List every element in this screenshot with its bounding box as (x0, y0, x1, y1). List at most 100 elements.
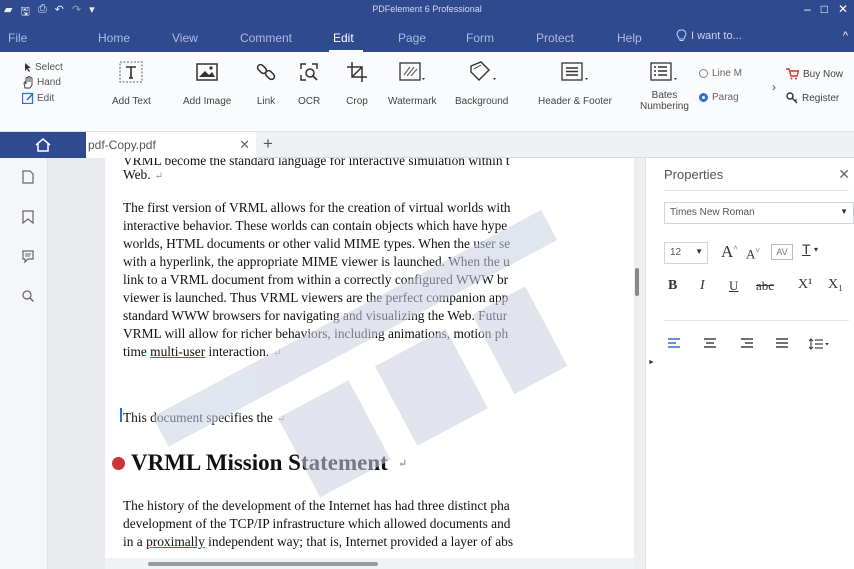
vertical-scrollbar-thumb[interactable] (635, 268, 639, 296)
align-center-icon[interactable] (704, 338, 716, 348)
buy-now-button[interactable]: Buy Now (786, 68, 843, 80)
close-tab-icon[interactable]: ✕ (239, 137, 250, 153)
document-tab[interactable]: pdf-Copy.pdf ✕ (86, 132, 256, 158)
watermark-button[interactable]: Watermark (388, 60, 437, 107)
paragraph-mode-label: Parag (712, 92, 739, 103)
edit-tool[interactable]: Edit (22, 92, 63, 104)
menu-page[interactable]: Page (398, 31, 426, 45)
add-text-label: Add Text (112, 96, 151, 107)
justify-icon[interactable] (776, 338, 788, 348)
buy-now-label: Buy Now (803, 68, 844, 80)
line-spacing-icon[interactable] (809, 338, 829, 350)
tell-me-box[interactable]: I want to... (676, 29, 742, 42)
add-text-icon (119, 61, 143, 83)
edit-mode-radio-group: Line M Parag (699, 68, 742, 103)
divider (664, 320, 849, 321)
dropdown-arrow-icon: ▼ (840, 207, 848, 216)
lightbulb-icon (676, 29, 687, 41)
menu-home[interactable]: Home (98, 31, 130, 45)
superscript-button[interactable]: X¹ (798, 277, 812, 293)
header-footer-button[interactable]: Header & Footer (538, 60, 612, 107)
character-spacing-button[interactable]: AV (771, 244, 793, 260)
close-icon[interactable]: ✕ (838, 2, 848, 16)
text-color-button[interactable]: T (802, 241, 811, 257)
paragraph-1-line-2: interactive behavior. These worlds can c… (123, 218, 508, 233)
select-label: Select (35, 62, 63, 73)
register-button[interactable]: Register (786, 92, 843, 104)
minimize-icon[interactable]: – (804, 2, 811, 16)
hand-icon (23, 76, 33, 89)
radio-dot-icon (699, 69, 708, 78)
pdf-page[interactable]: VRML become the standard language for in… (105, 158, 634, 569)
bookmark-icon[interactable] (22, 210, 34, 224)
underline-button[interactable]: U (729, 278, 738, 294)
collapse-panel-arrow-icon[interactable]: ► (648, 359, 655, 366)
subscript-button[interactable]: X₁ (828, 277, 843, 293)
close-panel-icon[interactable]: ✕ (838, 166, 850, 183)
crop-icon (347, 62, 367, 82)
dropdown-arrow-icon: ▼ (695, 247, 703, 256)
home-tab[interactable] (0, 132, 86, 158)
menu-file[interactable]: File (8, 31, 27, 45)
cart-icon (786, 68, 799, 80)
ocr-button[interactable]: OCR (298, 60, 320, 107)
new-tab-plus-icon[interactable]: + (263, 134, 273, 154)
add-image-icon (196, 63, 218, 81)
link-icon (256, 63, 276, 81)
strikethrough-button[interactable]: abc (756, 278, 774, 294)
horizontal-scrollbar-thumb[interactable] (148, 562, 378, 566)
restore-icon[interactable]: □ (821, 2, 828, 16)
menu-help[interactable]: Help (617, 31, 642, 45)
select-tool[interactable]: Select (22, 62, 63, 73)
search-icon[interactable] (22, 290, 34, 304)
increase-font-size-button[interactable]: A˄ (721, 242, 738, 262)
font-size-select[interactable]: 12 ▼ (664, 242, 708, 264)
line-mode-radio[interactable]: Line M (699, 68, 742, 79)
text-color-dropdown-icon[interactable]: ▾ (814, 245, 818, 254)
properties-title: Properties (664, 167, 724, 182)
paragraph-1-line-7: standard WWW browsers for navigating and… (123, 308, 508, 323)
paragraph-1-line-6: viewer is launched. Thus VRML viewers ar… (123, 290, 509, 305)
hand-tool[interactable]: Hand (22, 76, 63, 89)
key-icon (786, 92, 798, 104)
divider (664, 190, 849, 191)
bates-numbering-button[interactable]: Bates Numbering (640, 60, 689, 112)
link-label: Link (256, 96, 276, 107)
add-image-button[interactable]: Add Image (183, 60, 231, 107)
menu-protect[interactable]: Protect (536, 31, 574, 45)
add-image-label: Add Image (183, 96, 232, 107)
paragraph-1-line-9: time multi-user interaction. ↵ (123, 344, 282, 359)
crop-button[interactable]: Crop (346, 60, 368, 107)
collapse-ribbon-icon[interactable]: ^ (843, 30, 848, 42)
font-family-select[interactable]: Times New Roman ▼ (664, 202, 854, 224)
paragraph-2-line-3: in a proximally independent way; that is… (123, 534, 514, 549)
align-right-icon[interactable] (741, 338, 753, 348)
background-label: Background (455, 96, 509, 107)
menu-edit[interactable]: Edit (333, 31, 354, 45)
bates-numbering-label: Bates Numbering (640, 90, 689, 112)
thumbnails-icon[interactable] (22, 170, 34, 184)
select-tools-group: Select Hand Edit (22, 62, 63, 104)
decrease-font-size-button[interactable]: A˅ (746, 246, 760, 262)
account-actions: Buy Now Register (786, 68, 843, 104)
expand-options-chevron-icon[interactable]: › (772, 80, 776, 94)
paragraph-mode-radio[interactable]: Parag (699, 92, 742, 103)
menu-comment[interactable]: Comment (240, 31, 292, 45)
paragraph-1-line-3: worlds, HTML documents or other valid MI… (123, 236, 511, 251)
paragraph-1-line-1: The first version of VRML allows for the… (123, 200, 511, 215)
line-web: Web. ↵ (123, 167, 163, 182)
document-tab-label: pdf-Copy.pdf (88, 138, 156, 152)
menu-view[interactable]: View (172, 31, 198, 45)
menu-form[interactable]: Form (466, 31, 494, 45)
background-button[interactable]: Background (455, 60, 508, 107)
italic-button[interactable]: I (700, 278, 705, 294)
align-left-icon[interactable] (668, 338, 680, 348)
add-text-button[interactable]: Add Text (112, 60, 151, 107)
bold-button[interactable]: B (668, 278, 677, 294)
comment-icon[interactable] (22, 250, 34, 264)
home-icon (35, 138, 51, 152)
line-mode-label: Line M (712, 68, 743, 79)
edit-label: Edit (37, 92, 55, 104)
background-icon (469, 61, 496, 81)
link-button[interactable]: Link (255, 60, 277, 107)
